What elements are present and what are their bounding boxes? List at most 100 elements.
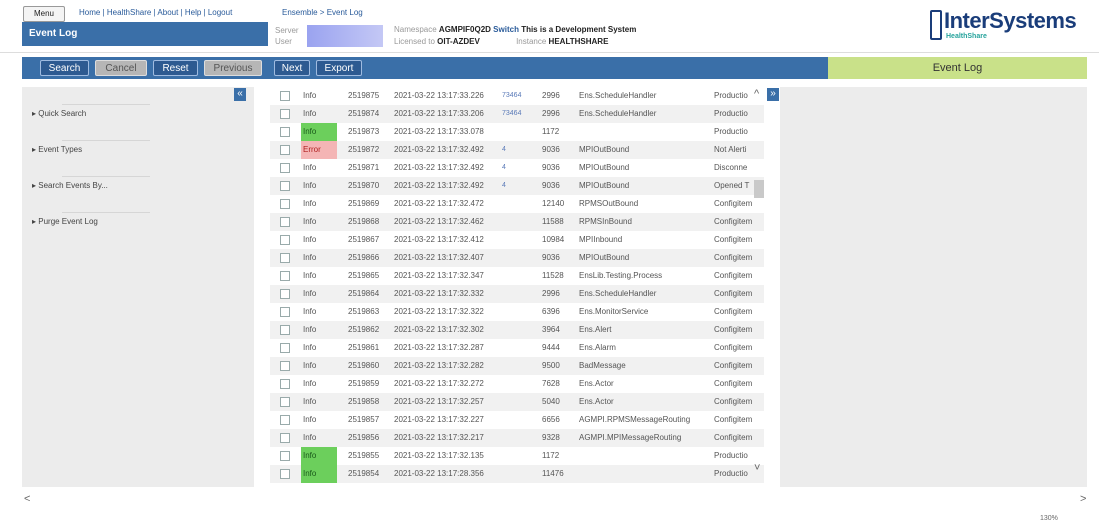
table-row[interactable]: Info 2519864 2021-03-22 13:17:32.332 2996 En… bbox=[270, 285, 764, 303]
cancel-button[interactable]: Cancel bbox=[95, 60, 147, 76]
table-row[interactable]: Error 2519872 2021-03-22 13:17:32.492 4 9036… bbox=[270, 141, 764, 159]
table-row[interactable]: Info 2519867 2021-03-22 13:17:32.412 10984 M… bbox=[270, 231, 764, 249]
table-row[interactable]: Info 2519863 2021-03-22 13:17:32.322 6396 En… bbox=[270, 303, 764, 321]
event-id: 2519865 bbox=[348, 271, 380, 280]
table-row[interactable]: Info 2519874 2021-03-22 13:17:33.206 73464 2… bbox=[270, 105, 764, 123]
session-link[interactable]: 73464 bbox=[502, 105, 538, 123]
server-label: Server bbox=[275, 26, 299, 35]
reset-button[interactable]: Reset bbox=[153, 60, 198, 76]
session-link[interactable]: 4 bbox=[502, 177, 538, 195]
table-row[interactable]: Info 2519866 2021-03-22 13:17:32.407 9036 MP… bbox=[270, 249, 764, 267]
config-item-source: AGMPI.MPIMessageRouting bbox=[579, 433, 682, 442]
event-time: 2021-03-22 13:17:32.472 bbox=[394, 199, 484, 208]
event-time: 2021-03-22 13:17:32.287 bbox=[394, 343, 484, 352]
row-checkbox[interactable] bbox=[280, 361, 290, 371]
table-row[interactable]: Info 2519868 2021-03-22 13:17:32.462 11588 R… bbox=[270, 213, 764, 231]
row-checkbox[interactable] bbox=[280, 127, 290, 137]
top-nav-links[interactable]: Home | HealthShare | About | Help | Logo… bbox=[79, 8, 232, 17]
event-types-section[interactable]: ▸ Event Types bbox=[32, 145, 82, 154]
row-checkbox[interactable] bbox=[280, 433, 290, 443]
table-row[interactable]: Info 2519856 2021-03-22 13:17:32.217 9328 AG… bbox=[270, 429, 764, 447]
scroll-left-icon[interactable]: < bbox=[24, 493, 30, 505]
row-checkbox[interactable] bbox=[280, 199, 290, 209]
table-row[interactable]: Info 2519860 2021-03-22 13:17:32.282 9500 Ba… bbox=[270, 357, 764, 375]
event-time: 2021-03-22 13:17:32.272 bbox=[394, 379, 484, 388]
scroll-right-icon[interactable]: > bbox=[1080, 493, 1086, 505]
event-id: 2519870 bbox=[348, 181, 380, 190]
table-row[interactable]: Info 2519865 2021-03-22 13:17:32.347 11528 E… bbox=[270, 267, 764, 285]
table-row[interactable]: Info 2519875 2021-03-22 13:17:33.226 73464 2… bbox=[270, 87, 764, 105]
row-checkbox[interactable] bbox=[280, 379, 290, 389]
table-vertical-scrollbar[interactable] bbox=[754, 100, 764, 474]
table-row[interactable]: Info 2519858 2021-03-22 13:17:32.257 5040 En… bbox=[270, 393, 764, 411]
licensed-value: OIT-AZDEV bbox=[437, 37, 480, 46]
event-time: 2021-03-22 13:17:32.227 bbox=[394, 415, 484, 424]
horizontal-scrollbar[interactable]: < > bbox=[22, 491, 1087, 513]
row-checkbox[interactable] bbox=[280, 181, 290, 191]
divider bbox=[62, 104, 150, 105]
search-events-by-section[interactable]: ▸ Search Events By... bbox=[32, 181, 108, 190]
quick-search-section[interactable]: ▸ Quick Search bbox=[32, 109, 86, 118]
job-id: 11588 bbox=[542, 217, 564, 226]
row-checkbox[interactable] bbox=[280, 271, 290, 281]
row-checkbox[interactable] bbox=[280, 163, 290, 173]
row-checkbox[interactable] bbox=[280, 145, 290, 155]
event-id: 2519873 bbox=[348, 127, 380, 136]
row-checkbox[interactable] bbox=[280, 109, 290, 119]
table-row[interactable]: Info 2519871 2021-03-22 13:17:32.492 4 9036 M… bbox=[270, 159, 764, 177]
expand-right-icon[interactable]: » bbox=[767, 88, 779, 101]
scroll-down-icon[interactable]: ˅ bbox=[754, 462, 760, 474]
row-checkbox[interactable] bbox=[280, 397, 290, 407]
next-button[interactable]: Next bbox=[274, 60, 310, 76]
config-item-source: RPMSInBound bbox=[579, 217, 632, 226]
instance-value: HEALTHSHARE bbox=[548, 37, 609, 46]
menu-button[interactable]: Menu bbox=[23, 6, 65, 22]
row-checkbox[interactable] bbox=[280, 307, 290, 317]
table-row[interactable]: Info 2519857 2021-03-22 13:17:32.227 6656 AG… bbox=[270, 411, 764, 429]
job-id: 6656 bbox=[542, 415, 560, 424]
export-button[interactable]: Export bbox=[316, 60, 362, 76]
row-checkbox[interactable] bbox=[280, 415, 290, 425]
table-row[interactable]: Info 2519870 2021-03-22 13:17:32.492 4 9036 M… bbox=[270, 177, 764, 195]
search-button[interactable]: Search bbox=[40, 60, 89, 76]
row-checkbox[interactable] bbox=[280, 217, 290, 227]
table-row[interactable]: Info 2519854 2021-03-22 13:17:28.356 11476 P… bbox=[270, 465, 764, 483]
job-id: 9500 bbox=[542, 361, 560, 370]
zoom-level[interactable]: 130% bbox=[1040, 515, 1058, 522]
collapse-left-icon[interactable]: « bbox=[234, 88, 246, 101]
table-row[interactable]: Info 2519861 2021-03-22 13:17:32.287 9444 En… bbox=[270, 339, 764, 357]
purge-event-log-section[interactable]: ▸ Purge Event Log bbox=[32, 217, 98, 226]
event-id: 2519864 bbox=[348, 289, 380, 298]
table-row[interactable]: Info 2519859 2021-03-22 13:17:32.272 7628 En… bbox=[270, 375, 764, 393]
event-type: Info bbox=[303, 415, 317, 424]
row-checkbox[interactable] bbox=[280, 451, 290, 461]
job-id: 10984 bbox=[542, 235, 565, 244]
namespace-label: Namespace bbox=[394, 25, 437, 34]
session-link[interactable]: 4 bbox=[502, 159, 538, 177]
previous-button[interactable]: Previous bbox=[204, 60, 262, 76]
table-row[interactable]: Info 2519869 2021-03-22 13:17:32.472 12140 R… bbox=[270, 195, 764, 213]
scrollbar-thumb[interactable] bbox=[754, 180, 764, 198]
row-checkbox[interactable] bbox=[280, 343, 290, 353]
switch-link[interactable]: Switch bbox=[493, 25, 519, 34]
toolbar: Search Cancel Reset Previous Next Export bbox=[22, 57, 828, 79]
row-checkbox[interactable] bbox=[280, 469, 290, 479]
row-checkbox[interactable] bbox=[280, 289, 290, 299]
config-item-source: MPIOutBound bbox=[579, 181, 630, 190]
scroll-up-icon[interactable]: ^ bbox=[754, 88, 759, 100]
config-item-source: MPIOutBound bbox=[579, 253, 630, 262]
row-checkbox[interactable] bbox=[280, 91, 290, 101]
session-link[interactable]: 73464 bbox=[502, 87, 538, 105]
row-checkbox[interactable] bbox=[280, 253, 290, 263]
job-id: 9036 bbox=[542, 253, 560, 262]
event-id: 2519854 bbox=[348, 469, 380, 478]
row-checkbox[interactable] bbox=[280, 235, 290, 245]
table-row[interactable]: Info 2519862 2021-03-22 13:17:32.302 3964 En… bbox=[270, 321, 764, 339]
session-link[interactable]: 4 bbox=[502, 141, 538, 159]
row-checkbox[interactable] bbox=[280, 325, 290, 335]
event-time: 2021-03-22 13:17:28.356 bbox=[394, 469, 484, 478]
table-row[interactable]: Info 2519873 2021-03-22 13:17:33.078 1172 Pr… bbox=[270, 123, 764, 141]
table-row[interactable]: Info 2519855 2021-03-22 13:17:32.135 1172 Pr… bbox=[270, 447, 764, 465]
event-type: Info bbox=[303, 163, 317, 172]
breadcrumb[interactable]: Ensemble > Event Log bbox=[282, 8, 363, 17]
